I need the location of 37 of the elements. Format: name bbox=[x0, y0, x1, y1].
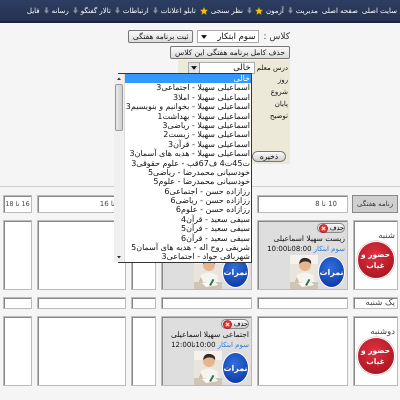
schedule-cell bbox=[131, 316, 156, 386]
class-select[interactable]: سوم ابتکار bbox=[197, 30, 260, 43]
dropdown-option[interactable]: رزازاده حسن - ریاضی6 bbox=[124, 196, 251, 206]
dropdown-option[interactable]: اسماعیلی سهیلا - زیست2 bbox=[124, 130, 251, 140]
dropdown-option[interactable]: اسماعیلی سهیلا - قرآن3 bbox=[124, 140, 251, 150]
day-label: یک شنبه bbox=[366, 298, 395, 308]
dropdown-option[interactable]: اسماعیلی سهیلا - اجتماعی3 bbox=[124, 83, 251, 93]
class-label: کلاس : bbox=[263, 32, 290, 42]
scroll-thumb[interactable] bbox=[114, 84, 123, 131]
caret-icon bbox=[190, 66, 197, 70]
dropdown-option[interactable]: خودسیانی محمدرضا - ریاضی5 bbox=[124, 168, 251, 178]
close-icon bbox=[222, 320, 232, 328]
dropdown-option[interactable]: سیفی سعید - قرآن5 bbox=[124, 224, 251, 234]
dropdown-option[interactable]: سیفی سعید - قرآن6 bbox=[124, 234, 251, 244]
grades-button[interactable]: نمرات bbox=[222, 352, 249, 384]
dropdown-option[interactable]: اسماعیلی سهیلا - ریاضی3 bbox=[124, 120, 251, 130]
dropdown-option[interactable]: اسماعیلی سهیلا - هدیه های آسمان3 bbox=[124, 149, 251, 159]
schedule-cell bbox=[3, 297, 32, 309]
dropdown-option[interactable]: اسماعیلی سهیلا - بخوانیم و بنویسیم3 bbox=[124, 102, 251, 112]
schedule-cell bbox=[3, 316, 32, 386]
schedule-cell bbox=[131, 297, 156, 309]
dropdown-option[interactable]: رزازاده حسن - علوم6 bbox=[124, 205, 251, 215]
schedule-cell bbox=[3, 220, 32, 290]
close-icon bbox=[318, 224, 328, 232]
dropdown-option[interactable]: ت45ت4 ف67قب - علوم حقوقی3 bbox=[124, 158, 251, 168]
day-label: شنبه bbox=[378, 231, 395, 241]
dropdown-option[interactable]: سیفی سعید - قرآن4 bbox=[124, 214, 251, 224]
dropdown-option[interactable]: اسماعیلی سهیلا - املا3 bbox=[124, 92, 251, 102]
dropdown-option[interactable]: خودسیانی محمدرضا - علوم5 bbox=[124, 177, 251, 187]
dropdown-option[interactable]: اسماعیلی سهیلا - بهداشت1 bbox=[124, 112, 251, 121]
caret-icon bbox=[201, 34, 208, 38]
teacher-select[interactable]: خالی bbox=[188, 62, 255, 74]
scrollbar[interactable] bbox=[114, 74, 125, 262]
day-label: دوشنبه bbox=[370, 327, 395, 337]
dropdown-option[interactable]: شریفی روح اله - هدیه های آسمان5 bbox=[124, 243, 251, 252]
grades-button[interactable]: نمرات bbox=[318, 256, 345, 288]
dropdown-option[interactable]: رزازاده حسن - اجتماعی6 bbox=[124, 186, 251, 196]
